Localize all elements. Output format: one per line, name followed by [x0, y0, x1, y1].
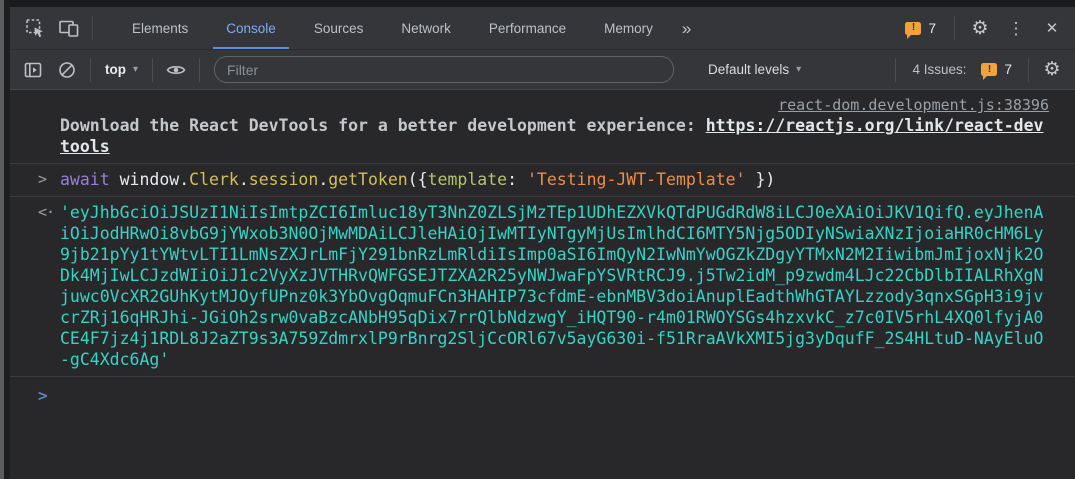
divider [954, 16, 955, 40]
gear-icon: ⚙ [971, 19, 988, 38]
divider [152, 58, 153, 82]
javascript-context-selector[interactable]: top ▾ [97, 58, 146, 81]
gear-icon: ⚙ [1043, 60, 1060, 79]
code-token-plain: . [318, 170, 328, 189]
inspect-element-button[interactable] [18, 12, 52, 44]
window-left-edge [4, 0, 10, 479]
tab-network[interactable]: Network [382, 7, 470, 49]
console-sidebar-icon [23, 60, 43, 80]
device-toolbar-icon [58, 18, 80, 38]
console-input-row[interactable]: > [10, 377, 1075, 391]
panel-tabs: ElementsConsoleSourcesNetworkPerformance… [113, 7, 672, 49]
divider [895, 58, 896, 82]
code-token-plain: }) [746, 170, 776, 189]
tab-console[interactable]: Console [207, 7, 295, 49]
window-top-edge [0, 0, 1075, 7]
code-token-keyword: await [60, 170, 120, 189]
issues-counter[interactable]: ! 7 [895, 21, 946, 36]
settings-button[interactable]: ⚙ [963, 12, 997, 44]
clear-console-button[interactable] [50, 54, 84, 86]
tab-memory[interactable]: Memory [585, 7, 672, 49]
divider [199, 58, 200, 82]
chevron-down-icon: ▾ [796, 64, 801, 75]
console-toolbar: top ▾ Default levels ▾ 4 Issues: ! 7 [10, 50, 1075, 90]
devtools-panel: ElementsConsoleSourcesNetworkPerformance… [10, 7, 1075, 479]
console-input-prompt-icon: > [38, 385, 48, 406]
console-command-code: await window.Clerk.session.getToken({tem… [60, 169, 1048, 190]
three-dot-menu-icon: ⋮ [1008, 20, 1025, 37]
console-info-message-row: react-dom.development.js:38396 Download … [10, 90, 1075, 164]
code-token-plain: . [239, 170, 249, 189]
create-live-expression-button[interactable] [159, 54, 193, 86]
tab-elements[interactable]: Elements [113, 7, 207, 49]
eye-icon [165, 60, 187, 80]
code-token-plain: ({ [408, 170, 428, 189]
clear-console-icon [57, 60, 77, 80]
divider [92, 16, 93, 40]
code-token-plain: . [179, 170, 189, 189]
code-token-property: getToken [328, 170, 407, 189]
console-settings-button[interactable]: ⚙ [1035, 54, 1069, 86]
chevron-down-icon: ▾ [133, 64, 138, 75]
window-resize-handle[interactable] [0, 0, 4, 479]
code-token-property: session [249, 170, 319, 189]
code-token-key: template [428, 170, 507, 189]
console-issues-counter[interactable]: 4 Issues: ! 7 [902, 62, 1022, 77]
devtools-tab-bar: ElementsConsoleSourcesNetworkPerformance… [10, 7, 1075, 50]
issues-label: 4 Issues: [912, 62, 966, 77]
close-devtools-button[interactable]: ✕ [1035, 12, 1069, 44]
console-command-row: > await window.Clerk.session.getToken({t… [10, 164, 1075, 197]
code-token-property: Clerk [189, 170, 239, 189]
code-token-plain: : [507, 170, 527, 189]
tab-sources[interactable]: Sources [295, 7, 383, 49]
issue-badge-icon: ! [981, 63, 997, 76]
code-token-object: window [120, 170, 180, 189]
console-result-row: <· 'eyJhbGciOiJSUzI1NiIsImtpZCI6Imluc18y… [10, 197, 1075, 377]
command-prompt-icon: > [38, 169, 47, 190]
toggle-device-toolbar-button[interactable] [52, 12, 86, 44]
divider [90, 58, 91, 82]
code-token-string: 'Testing-JWT-Template' [527, 170, 746, 189]
result-marker-icon: <· [38, 202, 54, 223]
issue-badge-icon: ! [905, 22, 921, 35]
tab-performance[interactable]: Performance [470, 7, 585, 49]
close-icon: ✕ [1046, 21, 1059, 36]
divider [1028, 58, 1029, 82]
jwt-token-string: 'eyJhbGciOiJSUzI1NiIsImtpZCI6Imluc18yT3N… [60, 202, 1048, 370]
log-levels-selector[interactable]: Default levels ▾ [700, 58, 809, 81]
show-console-sidebar-button[interactable] [16, 54, 50, 86]
more-tabs-button[interactable]: » [672, 20, 702, 37]
console-info-message: Download the React DevTools for a better… [60, 115, 1048, 157]
inspect-cursor-icon [25, 18, 46, 39]
filter-input[interactable] [214, 56, 674, 83]
issues-count: 7 [928, 21, 936, 36]
source-location-link[interactable]: react-dom.development.js:38396 [778, 96, 1049, 114]
customize-devtools-button[interactable]: ⋮ [999, 12, 1033, 44]
more-tabs-icon: » [682, 20, 692, 37]
console-messages-area: react-dom.development.js:38396 Download … [10, 90, 1075, 479]
